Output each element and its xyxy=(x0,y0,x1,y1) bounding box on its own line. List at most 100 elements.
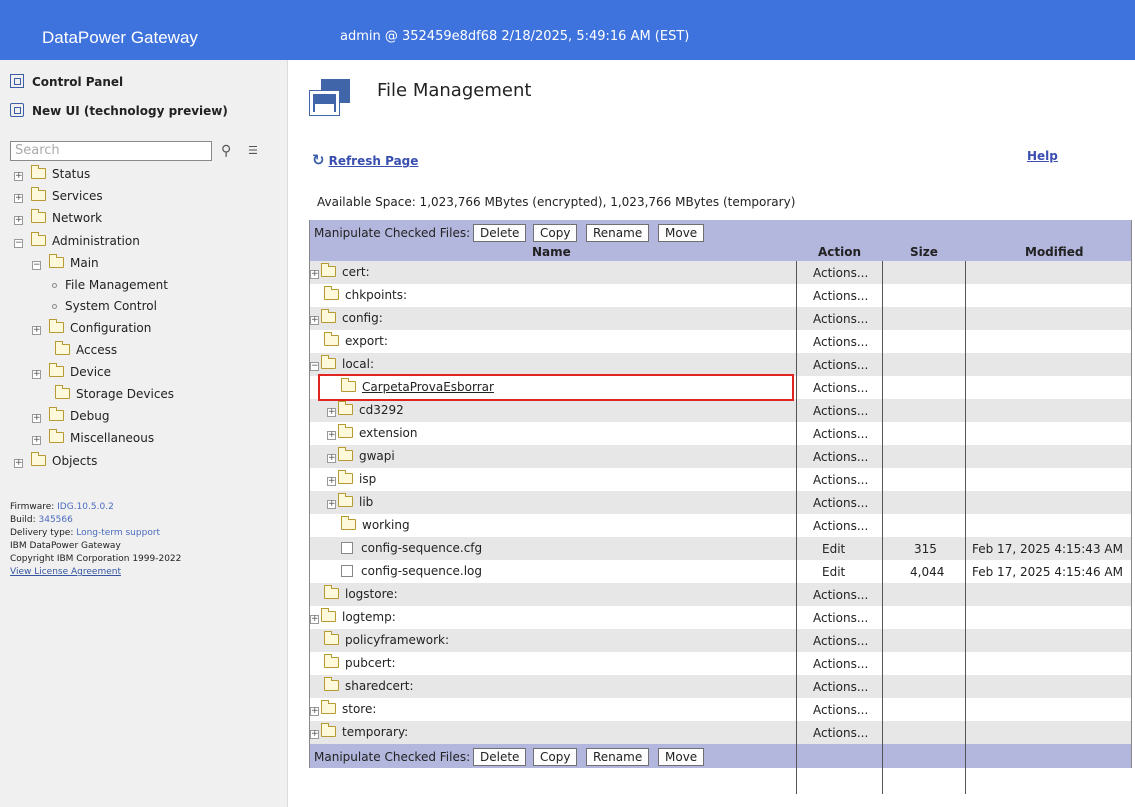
collapse-icon[interactable]: − xyxy=(14,239,23,248)
move-button[interactable]: Move xyxy=(658,748,705,766)
nav-administration[interactable]: − Administration xyxy=(14,232,140,249)
search-input[interactable]: Search xyxy=(10,141,212,161)
brand-title: DataPower Gateway xyxy=(42,28,198,47)
actions-link[interactable]: Actions... xyxy=(813,266,868,280)
table-row: + extension Actions... xyxy=(309,422,1132,445)
table-row: pubcert: Actions... xyxy=(309,652,1132,675)
expand-icon[interactable]: + xyxy=(32,326,41,335)
delete-button[interactable]: Delete xyxy=(473,224,527,242)
collapse-icon[interactable]: − xyxy=(32,261,41,270)
actions-link[interactable]: Actions... xyxy=(813,726,868,740)
collapse-icon[interactable]: − xyxy=(310,362,319,371)
nav-device[interactable]: + Device xyxy=(32,363,111,380)
nav-system-control[interactable]: System Control xyxy=(52,298,157,314)
expand-icon[interactable]: + xyxy=(310,615,319,624)
tree-view-icon[interactable]: ☰ xyxy=(248,144,258,157)
expand-icon[interactable]: + xyxy=(14,172,23,181)
copy-button[interactable]: Copy xyxy=(533,224,578,242)
nav-miscellaneous[interactable]: + Miscellaneous xyxy=(32,429,154,446)
file-name: local: xyxy=(342,357,375,371)
actions-link[interactable]: Actions... xyxy=(813,427,868,441)
table-row: config-sequence.cfg Edit 315 Feb 17, 2025 4… xyxy=(309,537,1132,560)
nav-services[interactable]: + Services xyxy=(14,187,103,204)
expand-icon[interactable]: + xyxy=(310,316,319,325)
actions-link[interactable]: Actions... xyxy=(813,588,868,602)
actions-link[interactable]: Actions... xyxy=(813,634,868,648)
expand-icon[interactable]: + xyxy=(327,408,336,417)
expand-icon[interactable]: + xyxy=(310,707,319,716)
file-name: policyframework: xyxy=(345,633,449,647)
page-title: File Management xyxy=(377,80,532,101)
expand-icon[interactable]: + xyxy=(327,431,336,440)
edit-link[interactable]: Edit xyxy=(822,565,845,579)
file-name: working xyxy=(362,518,410,532)
expand-icon[interactable]: + xyxy=(310,270,319,279)
actions-link[interactable]: Actions... xyxy=(813,703,868,717)
help-link[interactable]: Help xyxy=(1027,149,1058,163)
nav-file-management[interactable]: File Management xyxy=(52,277,168,293)
file-name: temporary: xyxy=(342,725,409,739)
nav-status[interactable]: + Status xyxy=(14,165,90,182)
file-checkbox[interactable] xyxy=(341,565,353,577)
actions-link[interactable]: Actions... xyxy=(813,519,868,533)
license-link[interactable]: View License Agreement xyxy=(10,567,121,577)
available-space: Available Space: 1,023,766 MBytes (encry… xyxy=(317,195,796,209)
actions-link[interactable]: Actions... xyxy=(813,358,868,372)
nav-network[interactable]: + Network xyxy=(14,209,102,226)
actions-link[interactable]: Actions... xyxy=(813,404,868,418)
expand-icon[interactable]: + xyxy=(327,500,336,509)
new-ui-icon xyxy=(10,103,24,117)
expand-icon[interactable]: + xyxy=(32,414,41,423)
file-checkbox[interactable] xyxy=(341,542,353,554)
actions-link[interactable]: Actions... xyxy=(813,496,868,510)
expand-icon[interactable]: + xyxy=(310,730,319,739)
nav-access[interactable]: Access xyxy=(55,341,117,358)
new-ui-link[interactable]: New UI (technology preview) xyxy=(10,103,228,118)
table-row: policyframework: Actions... xyxy=(309,629,1132,652)
actions-link[interactable]: Actions... xyxy=(813,657,868,671)
refresh-page[interactable]: ↻ Refresh Page xyxy=(312,151,418,169)
folder-icon xyxy=(321,309,336,323)
actions-link[interactable]: Actions... xyxy=(813,680,868,694)
file-management-icon xyxy=(309,79,350,117)
help[interactable]: Help xyxy=(1027,149,1058,163)
expand-icon[interactable]: + xyxy=(14,459,23,468)
rename-button[interactable]: Rename xyxy=(586,748,650,766)
actions-link[interactable]: Actions... xyxy=(813,335,868,349)
edit-link[interactable]: Edit xyxy=(822,542,845,556)
expand-icon[interactable]: + xyxy=(32,436,41,445)
actions-link[interactable]: Actions... xyxy=(813,473,868,487)
nav-storage-devices[interactable]: Storage Devices xyxy=(55,385,175,402)
expand-icon[interactable]: + xyxy=(14,194,23,203)
open-folder-icon xyxy=(321,355,336,369)
nav-debug[interactable]: + Debug xyxy=(32,407,109,424)
nav-main[interactable]: − Main xyxy=(32,254,99,271)
actions-link[interactable]: Actions... xyxy=(813,289,868,303)
delete-button[interactable]: Delete xyxy=(473,748,527,766)
actions-link[interactable]: Actions... xyxy=(813,381,868,395)
actions-link[interactable]: Actions... xyxy=(813,450,868,464)
folder-icon xyxy=(31,165,46,179)
rename-button[interactable]: Rename xyxy=(586,224,650,242)
move-button[interactable]: Move xyxy=(658,224,705,242)
folder-icon xyxy=(341,516,356,530)
build-label: Build: xyxy=(10,515,36,525)
nav-objects[interactable]: + Objects xyxy=(14,452,97,469)
control-panel-link[interactable]: Control Panel xyxy=(10,74,123,89)
table-row: logstore: Actions... xyxy=(309,583,1132,606)
bullet-icon xyxy=(52,304,57,309)
nav-configuration[interactable]: + Configuration xyxy=(32,319,151,336)
expand-icon[interactable]: + xyxy=(32,370,41,379)
actions-link[interactable]: Actions... xyxy=(813,312,868,326)
expand-icon[interactable]: + xyxy=(14,216,23,225)
actions-link[interactable]: Actions... xyxy=(813,611,868,625)
control-panel-icon xyxy=(10,74,24,88)
expand-icon[interactable]: + xyxy=(327,477,336,486)
file-name: isp xyxy=(359,472,377,486)
copy-button[interactable]: Copy xyxy=(533,748,578,766)
nav-label: Storage Devices xyxy=(76,387,175,401)
search-icon[interactable]: ⚲ xyxy=(221,143,231,159)
file-modified: Feb 17, 2025 4:15:43 AM xyxy=(972,542,1123,556)
refresh-link[interactable]: Refresh Page xyxy=(329,154,419,168)
expand-icon[interactable]: + xyxy=(327,454,336,463)
